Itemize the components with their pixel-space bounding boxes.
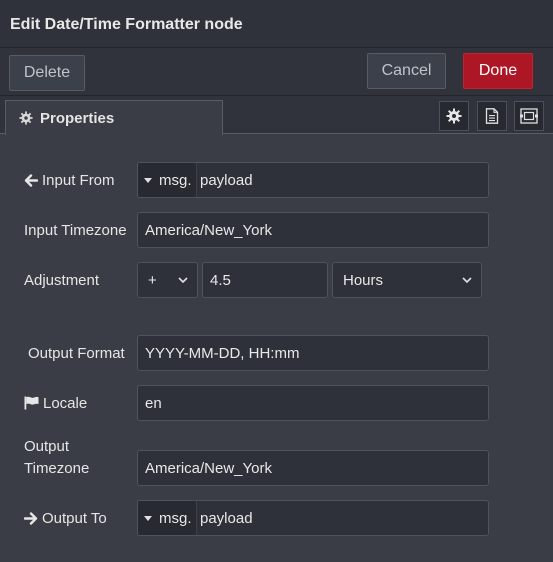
input-from-label: Input From bbox=[24, 170, 115, 190]
adjustment-amount-input[interactable]: 4.5 bbox=[202, 262, 328, 298]
arrow-left-icon bbox=[24, 173, 38, 187]
output-timezone-label-line1: Output bbox=[24, 437, 70, 455]
tab-properties-label: Properties bbox=[40, 109, 115, 127]
input-from-value: payload bbox=[200, 171, 253, 189]
flag-icon bbox=[24, 396, 39, 410]
input-from-type-label: msg. bbox=[159, 171, 192, 189]
output-format-field[interactable]: YYYY-MM-DD, HH:mm bbox=[137, 335, 489, 371]
caret-down-icon bbox=[144, 177, 152, 183]
output-format-label: Output Format bbox=[28, 344, 125, 362]
done-button[interactable]: Done bbox=[463, 53, 533, 89]
output-timezone-value: America/New_York bbox=[145, 459, 272, 477]
output-to-label-text: Output To bbox=[42, 509, 107, 527]
adjustment-unit-value: Hours bbox=[343, 271, 384, 289]
window-maximize-icon bbox=[520, 108, 538, 124]
input-from-field[interactable]: msg. payload bbox=[137, 162, 489, 198]
node-description-button[interactable] bbox=[477, 101, 507, 131]
caret-down-icon bbox=[144, 515, 152, 521]
output-timezone-label-line2: Timezone bbox=[24, 459, 90, 477]
delete-button[interactable]: Delete bbox=[9, 55, 85, 91]
tab-bar: Properties bbox=[0, 96, 553, 135]
input-timezone-value: America/New_York bbox=[145, 221, 272, 239]
locale-field[interactable]: en bbox=[137, 385, 489, 421]
adjustment-unit-select[interactable]: Hours bbox=[332, 262, 482, 298]
output-to-value: payload bbox=[200, 509, 253, 527]
output-timezone-field[interactable]: America/New_York bbox=[137, 450, 489, 486]
adjustment-amount-value: 4.5 bbox=[210, 271, 231, 289]
output-to-type-select[interactable]: msg. bbox=[138, 501, 197, 535]
chevron-down-icon bbox=[462, 276, 472, 283]
locale-value: en bbox=[145, 394, 162, 412]
locale-label: Locale bbox=[24, 393, 87, 413]
gear-icon bbox=[446, 108, 462, 124]
output-to-label: Output To bbox=[24, 508, 107, 528]
input-from-type-select[interactable]: msg. bbox=[138, 163, 197, 197]
node-settings-button[interactable] bbox=[439, 101, 469, 131]
document-icon bbox=[485, 108, 499, 124]
cancel-button[interactable]: Cancel bbox=[367, 53, 446, 89]
input-from-label-text: Input From bbox=[42, 171, 115, 189]
chevron-down-icon bbox=[178, 276, 188, 283]
output-to-field[interactable]: msg. payload bbox=[137, 500, 489, 536]
output-to-type-label: msg. bbox=[159, 509, 192, 527]
node-appearance-button[interactable] bbox=[514, 101, 544, 131]
arrow-right-icon bbox=[24, 511, 38, 525]
input-timezone-label: Input Timezone bbox=[24, 221, 127, 239]
dialog-title: Edit Date/Time Formatter node bbox=[10, 16, 243, 33]
dialog-toolbar: Delete Cancel Done bbox=[0, 48, 553, 96]
adjustment-label: Adjustment bbox=[24, 271, 100, 289]
tab-properties[interactable]: Properties bbox=[5, 100, 223, 135]
adjustment-sign-select[interactable]: + bbox=[137, 262, 198, 298]
input-timezone-field[interactable]: America/New_York bbox=[137, 212, 489, 248]
gear-icon bbox=[19, 111, 33, 125]
dialog-header: Edit Date/Time Formatter node bbox=[0, 0, 553, 48]
adjustment-sign-value: + bbox=[148, 271, 157, 289]
output-format-value: YYYY-MM-DD, HH:mm bbox=[145, 344, 300, 362]
locale-label-text: Locale bbox=[43, 394, 88, 412]
